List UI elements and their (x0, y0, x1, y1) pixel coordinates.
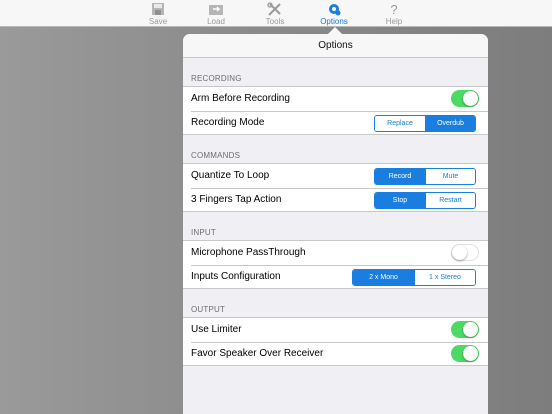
group-input: Microphone PassThrough Inputs Configurat… (183, 240, 488, 289)
load-icon (207, 2, 225, 17)
row-microphone-passthrough: Microphone PassThrough (183, 241, 488, 265)
use-limiter-toggle[interactable] (451, 321, 479, 338)
row-label: 3 Fingers Tap Action (191, 193, 282, 205)
toggle-knob (463, 345, 478, 361)
toolbar-load-button[interactable]: Load (188, 0, 244, 27)
favor-speaker-toggle[interactable] (451, 344, 479, 362)
row-use-limiter: Use Limiter (183, 318, 488, 342)
tap-action-segmented-control: Stop Restart (374, 191, 476, 209)
row-label: Microphone PassThrough (191, 247, 306, 259)
toolbar-load-label: Load (207, 17, 225, 26)
microphone-passthrough-toggle[interactable] (451, 244, 479, 261)
section-title-commands: COMMANDS (191, 151, 241, 160)
options-popover: Options RECORDING Arm Before Recording R… (183, 34, 488, 414)
row-inputs-configuration: Inputs Configuration 2 x Mono 1 x Stereo (183, 264, 488, 289)
segment-stop[interactable]: Stop (375, 192, 425, 208)
help-icon: ? (390, 2, 398, 17)
segment-restart[interactable]: Restart (425, 192, 475, 208)
row-label: Use Limiter (191, 324, 242, 336)
section-title-output: OUTPUT (191, 305, 226, 314)
row-3-fingers-tap-action: 3 Fingers Tap Action Stop Restart (183, 187, 488, 212)
toggle-knob (463, 91, 478, 106)
group-recording: Arm Before Recording Recording Mode Repl… (183, 86, 488, 135)
gear-icon (325, 2, 343, 17)
segment-record[interactable]: Record (375, 169, 425, 184)
toggle-knob (452, 245, 467, 260)
row-recording-mode: Recording Mode Replace Overdub (183, 110, 488, 135)
row-arm-before-recording: Arm Before Recording (183, 87, 488, 111)
row-favor-speaker: Favor Speaker Over Receiver (183, 341, 488, 366)
save-icon (149, 2, 167, 17)
toolbar-save-button[interactable]: Save (130, 0, 186, 27)
toggle-knob (463, 322, 478, 337)
section-title-recording: RECORDING (191, 74, 242, 83)
segment-1-x-stereo[interactable]: 1 x Stereo (414, 269, 475, 285)
toolbar-help-label: Help (385, 17, 403, 26)
segment-mute[interactable]: Mute (425, 169, 475, 184)
top-toolbar: Save Load Tools Options ? Help (0, 0, 552, 27)
row-label: Favor Speaker Over Receiver (191, 347, 324, 359)
toolbar-options-button[interactable]: Options (306, 0, 362, 27)
popover-title: Options (318, 40, 353, 51)
recording-mode-segmented-control: Replace Overdub (374, 114, 476, 132)
toolbar-save-label: Save (148, 17, 168, 26)
row-label: Arm Before Recording (191, 93, 290, 105)
toolbar-options-label: Options (320, 17, 348, 26)
row-quantize-to-loop: Quantize To Loop Record Mute (183, 164, 488, 188)
toolbar-help-button[interactable]: ? Help (366, 0, 422, 27)
toolbar-tools-label: Tools (265, 17, 285, 26)
row-label: Quantize To Loop (191, 170, 270, 182)
inputs-configuration-segmented-control: 2 x Mono 1 x Stereo (352, 268, 476, 286)
quantize-segmented-control: Record Mute (374, 168, 476, 185)
segment-2-x-mono[interactable]: 2 x Mono (353, 269, 414, 285)
segment-replace[interactable]: Replace (375, 115, 425, 131)
group-commands: Quantize To Loop Record Mute 3 Fingers T… (183, 163, 488, 212)
popover-header: Options (183, 34, 488, 58)
arm-before-recording-toggle[interactable] (451, 90, 479, 107)
tools-icon (266, 2, 284, 17)
row-label: Inputs Configuration (191, 270, 281, 282)
segment-overdub[interactable]: Overdub (425, 115, 475, 131)
section-title-input: INPUT (191, 228, 216, 237)
group-output: Use Limiter Favor Speaker Over Receiver (183, 317, 488, 366)
row-label: Recording Mode (191, 116, 265, 128)
toolbar-tools-button[interactable]: Tools (247, 0, 303, 27)
